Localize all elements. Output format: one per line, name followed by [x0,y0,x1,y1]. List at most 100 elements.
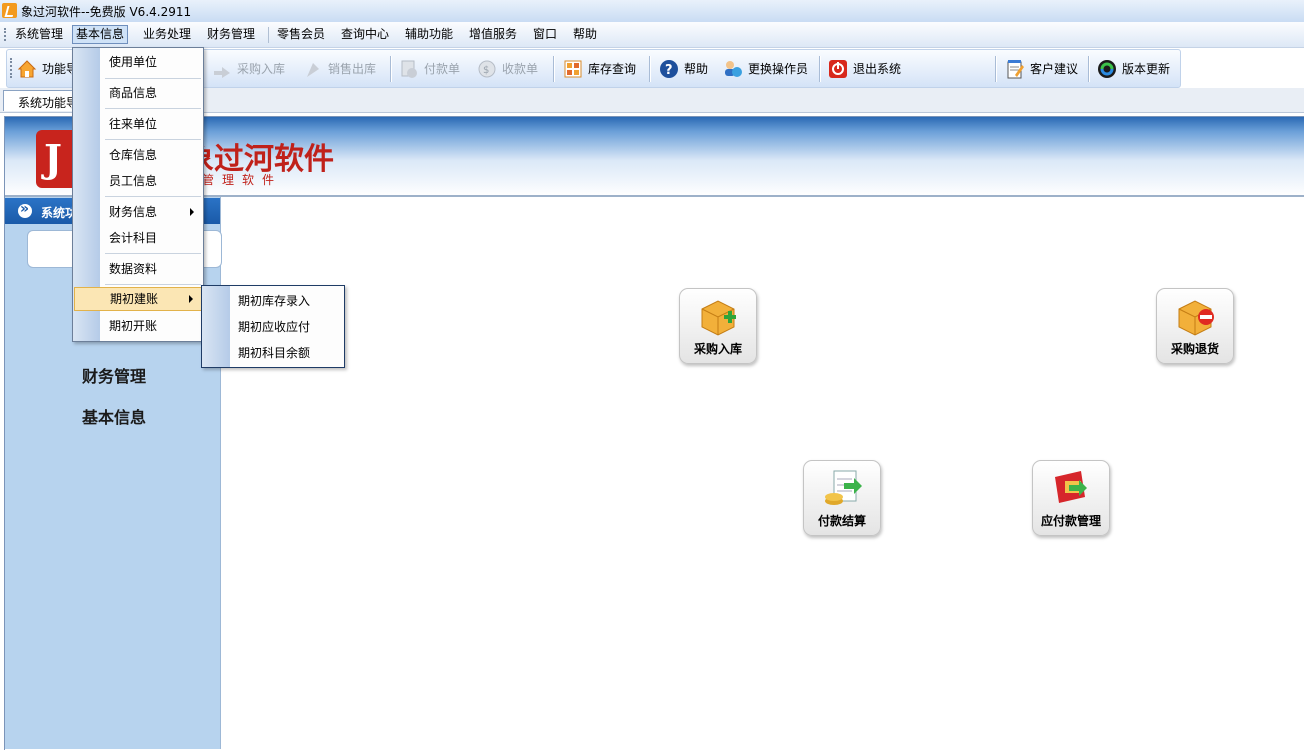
menu-business[interactable]: 业务处理 [140,25,194,44]
left-nav-item-finance[interactable]: 财务管理 [82,363,146,387]
toolbar-suggestion-label: 客户建议 [1030,62,1079,76]
payment-settlement-icon [825,470,862,505]
dropdown-separator [105,139,201,140]
menu-query-center[interactable]: 查询中心 [338,25,392,44]
desktop-payable-management-button[interactable]: 应付款管理 [1032,460,1110,536]
submenu-icon-strip [202,286,230,367]
toolbar-update-label: 版本更新 [1122,62,1171,76]
toolbar-exit-button[interactable]: 退出系统 [828,50,901,87]
toolbar-receipt-label: 收款单 [502,62,539,76]
dropdown-item-finance-info[interactable]: 财务信息 [74,200,202,224]
basic-info-dropdown: 使用单位 商品信息 往来单位 仓库信息 员工信息 财务信息 会计科目 数据资料 … [72,47,204,342]
title-bar: 象过河软件--免费版 V6.4.2911 [0,0,1304,22]
menu-system-management[interactable]: 系统管理 [12,25,66,44]
update-icon [1097,59,1117,79]
exit-icon [828,59,848,79]
menu-basic-info[interactable]: 基本信息 [72,25,129,44]
purchase-in-icon [212,59,232,79]
dropdown-item-employee-info[interactable]: 员工信息 [74,169,202,193]
opening-setup-submenu: 期初库存录入 期初应收应付 期初科目余额 [201,285,345,368]
toolbar-separator [1088,56,1090,82]
dropdown-item-opening-setup[interactable]: 期初建账 [74,287,202,311]
receipt-icon: $ [477,59,497,79]
toolbar-help-button[interactable]: ? 帮助 [659,50,708,87]
desktop-purchase-in-label: 采购入库 [693,342,742,356]
menu-finance[interactable]: 财务管理 [204,25,258,44]
toolbar-separator [553,56,555,82]
toolbar-inventory-label: 库存查询 [588,62,637,76]
toolbar-suggestion-button[interactable]: 客户建议 [1005,50,1078,87]
svg-text:?: ? [665,63,673,78]
submenu-arrow-icon [189,295,193,303]
dropdown-item-accounting-subjects[interactable]: 会计科目 [74,226,202,250]
toolbar-exit-label: 退出系统 [853,62,902,76]
dropdown-separator [105,284,201,285]
dropdown-item-product-info[interactable]: 商品信息 [74,81,202,105]
menu-retail-member[interactable]: 零售会员 [274,25,328,44]
menu-value-added[interactable]: 增值服务 [466,25,520,44]
toolbar-grip [10,58,14,78]
menu-bar: 系统管理 基本信息 业务处理 财务管理 零售会员 查询中心 辅助功能 增值服务 … [0,22,1304,48]
toolbar-update-button[interactable]: 版本更新 [1097,50,1170,87]
toolbar-switch-user-button[interactable]: 更换操作员 [723,50,808,87]
sales-out-icon [303,59,323,79]
dropdown-item-finance-info-label: 财务信息 [109,205,158,219]
double-chevron-icon [18,201,32,218]
brand-logo-letter: J [44,136,62,181]
submenu-item-opening-receivable-payable[interactable]: 期初应收应付 [238,318,310,335]
toolbar-sales-out-button[interactable]: 销售出库 [303,50,376,87]
dropdown-item-data-material[interactable]: 数据资料 [74,257,202,281]
desktop-payment-settlement-label: 付款结算 [817,514,866,528]
payable-management-icon [1055,471,1087,503]
toolbar-switch-user-label: 更换操作员 [748,62,809,76]
purchase-in-box-icon [701,300,736,336]
submenu-item-opening-subject-balance[interactable]: 期初科目余额 [238,344,310,361]
toolbar-purchase-in-label: 采购入库 [237,62,286,76]
menu-auxiliary[interactable]: 辅助功能 [402,25,456,44]
dropdown-separator [105,253,201,254]
menu-grip [4,28,8,41]
dropdown-separator [105,78,201,79]
toolbar-payment-label: 付款单 [424,62,461,76]
suggestion-icon [1005,59,1025,79]
dropdown-item-opening-setup-label: 期初建账 [110,292,159,306]
menu-separator [268,27,269,43]
svg-text:$: $ [483,65,489,76]
purchase-return-box-icon [1178,300,1214,336]
payment-icon [399,59,419,79]
toolbar-inventory-button[interactable]: 库存查询 [563,50,636,87]
dropdown-item-opening-account[interactable]: 期初开账 [74,314,202,338]
desktop-payable-management-label: 应付款管理 [1040,514,1101,528]
menu-window[interactable]: 窗口 [530,25,560,44]
switch-user-icon [723,59,743,79]
app-logo-icon [2,3,17,18]
toolbar-payment-button[interactable]: 付款单 [399,50,460,87]
menu-help[interactable]: 帮助 [570,25,600,44]
desktop-purchase-return-label: 采购退货 [1170,342,1219,356]
dropdown-item-using-unit[interactable]: 使用单位 [74,50,202,74]
help-icon: ? [659,59,679,79]
inventory-icon [563,59,583,79]
desktop-purchase-return-button[interactable]: 采购退货 [1156,288,1234,364]
toolbar-receipt-button[interactable]: $ 收款单 [477,50,538,87]
left-nav-item-basic-info[interactable]: 基本信息 [82,404,146,428]
submenu-item-opening-inventory[interactable]: 期初库存录入 [238,292,310,309]
tab-function-navigation[interactable]: 系统功能导航 [3,90,83,111]
desktop-purchase-in-button[interactable]: 采购入库 [679,288,757,364]
toolbar-separator [390,56,392,82]
dropdown-item-contacts[interactable]: 往来单位 [74,112,202,136]
toolbar-separator [995,56,997,82]
toolbar-sales-out-label: 销售出库 [328,62,377,76]
toolbar-purchase-in-button[interactable]: 采购入库 [212,50,285,87]
submenu-arrow-icon [190,208,194,216]
home-icon [17,59,37,79]
dropdown-separator [105,108,201,109]
toolbar-separator [649,56,651,82]
dropdown-separator [105,196,201,197]
brand-subtitle: 管理软件 [202,173,283,187]
toolbar-help-label: 帮助 [684,62,709,76]
window-title: 象过河软件--免费版 V6.4.2911 [21,5,192,19]
toolbar-separator [819,56,821,82]
dropdown-item-warehouse-info[interactable]: 仓库信息 [74,143,202,167]
desktop-payment-settlement-button[interactable]: 付款结算 [803,460,881,536]
